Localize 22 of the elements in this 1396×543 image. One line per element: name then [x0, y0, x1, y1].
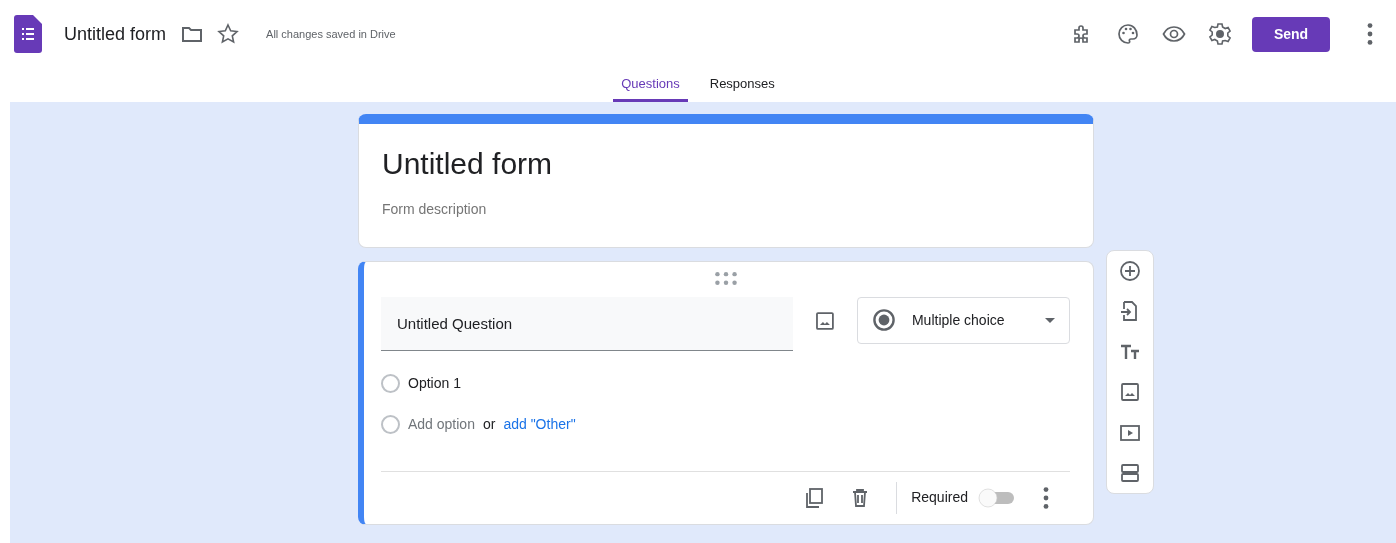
- tab[interactable]: Responses: [701, 68, 783, 102]
- forms-logo-icon[interactable]: [14, 15, 42, 53]
- radio-button[interactable]: [381, 373, 400, 393]
- star-icon[interactable]: [216, 22, 241, 46]
- palette-icon[interactable]: [1116, 22, 1140, 46]
- caret-icon: [1045, 317, 1055, 323]
- option-label[interactable]: Option 1: [408, 372, 461, 394]
- add-other-link[interactable]: add "Other": [503, 414, 576, 436]
- question-field[interactable]: Untitled Question: [381, 296, 794, 351]
- save-status: All changes saved in Drive: [266, 26, 396, 42]
- required-toggle[interactable]: [978, 488, 1016, 508]
- description-field[interactable]: Form description: [382, 198, 1070, 221]
- radio-icon: [871, 308, 896, 333]
- send-button[interactable]: Send: [1252, 16, 1330, 52]
- or-text: or: [482, 415, 496, 435]
- required-label: Required: [911, 488, 968, 508]
- form-heading[interactable]: Untitled form: [382, 146, 1070, 182]
- question-type-dropdown[interactable]: Multiple choice: [856, 296, 1070, 344]
- form-title[interactable]: Untitled form: [64, 20, 167, 48]
- settings-icon[interactable]: [1208, 22, 1232, 46]
- add-icon[interactable]: [1118, 259, 1142, 283]
- add-option-text[interactable]: Add option: [408, 414, 475, 436]
